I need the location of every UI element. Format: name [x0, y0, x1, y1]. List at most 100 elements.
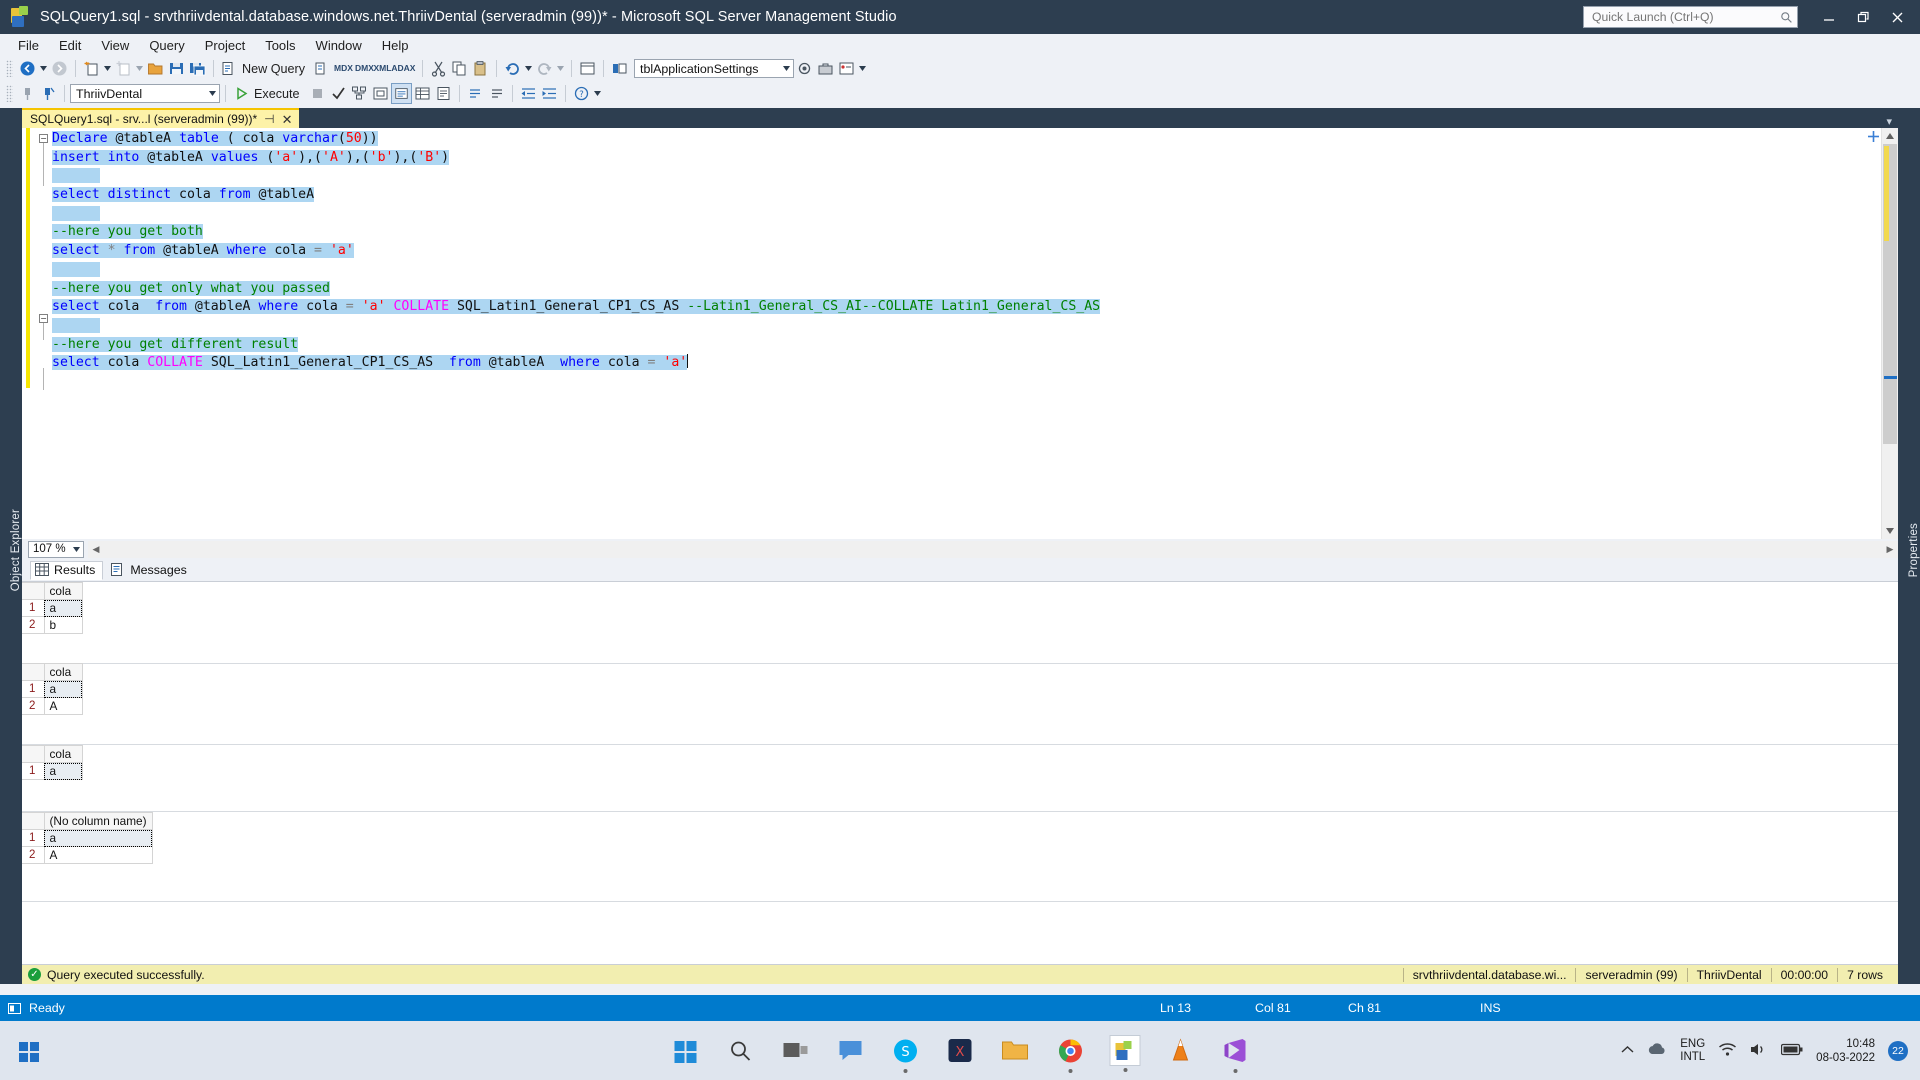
row-number[interactable]: 2 [22, 846, 45, 864]
new-query-button[interactable]: New Query [240, 62, 312, 76]
search-icon[interactable] [725, 1035, 756, 1066]
open-file-icon[interactable] [145, 58, 166, 79]
chevron-down-icon[interactable] [70, 543, 83, 555]
display-estimated-plan-icon[interactable] [349, 83, 370, 104]
notification-badge[interactable]: 22 [1888, 1040, 1908, 1061]
editor-line[interactable]: --here you get both [52, 223, 1898, 242]
toolbar-grip[interactable] [6, 60, 13, 77]
table-row[interactable]: 2A [22, 846, 153, 864]
redo-dropdown-icon[interactable] [555, 58, 566, 79]
table-row[interactable]: 1a [22, 599, 83, 617]
navigate-back-dropdown-icon[interactable] [38, 58, 49, 79]
chevron-down-icon[interactable] [779, 66, 793, 71]
scroll-up-icon[interactable] [1882, 128, 1898, 144]
scroll-down-icon[interactable] [1882, 523, 1898, 539]
collapse-box-1[interactable]: − [39, 134, 48, 143]
row-number[interactable]: 1 [22, 599, 45, 617]
wifi-icon[interactable] [1718, 1042, 1737, 1060]
table-row[interactable]: 1a [22, 829, 153, 847]
windows-start-icon[interactable] [670, 1035, 701, 1066]
grid-corner[interactable] [22, 582, 45, 600]
menu-help[interactable]: Help [372, 36, 419, 55]
object-explorer-details-icon[interactable] [609, 58, 630, 79]
editor-line[interactable]: --here you get only what you passed [52, 280, 1898, 299]
connect-icon[interactable] [17, 83, 38, 104]
ssms-icon[interactable] [1109, 1035, 1141, 1072]
object-filter-combo[interactable]: tblApplicationSettings [634, 59, 794, 78]
row-number[interactable]: 1 [22, 680, 45, 698]
grid-corner[interactable] [22, 812, 45, 830]
zoom-combo[interactable]: 107 % [28, 540, 84, 558]
document-tab-sqlquery1[interactable]: SQLQuery1.sql - srv...l (serveradmin (99… [22, 108, 299, 128]
table-row[interactable]: 1a [22, 762, 83, 780]
row-number[interactable]: 1 [22, 762, 45, 780]
file-explorer-icon[interactable] [1000, 1035, 1031, 1066]
row-number[interactable]: 2 [22, 697, 45, 715]
play-icon[interactable] [231, 83, 252, 104]
grid-corner[interactable] [22, 745, 45, 763]
new-project-dropdown-icon[interactable] [102, 58, 113, 79]
save-all-icon[interactable] [187, 58, 208, 79]
column-header[interactable]: cola [43, 663, 83, 681]
chrome-icon[interactable] [1055, 1035, 1086, 1073]
new-item-dropdown-icon[interactable] [134, 58, 145, 79]
result-grid[interactable]: cola 1 a 2 b [22, 582, 1898, 664]
quick-launch-box[interactable] [1583, 6, 1798, 28]
editor-outline-margin[interactable]: − − [36, 128, 52, 539]
new-analysis-query-icon[interactable] [312, 58, 333, 79]
new-mdx-query-icon[interactable]: MDX [333, 58, 354, 79]
paste-icon[interactable] [470, 58, 491, 79]
tab-overflow-icon[interactable]: ▾ [1886, 115, 1898, 128]
editor-line[interactable] [52, 205, 1898, 224]
new-query-icon[interactable] [219, 58, 240, 79]
table-cell[interactable]: A [43, 846, 153, 864]
database-combo[interactable]: ThriivDental [70, 84, 220, 103]
xsplit-icon[interactable]: X [945, 1035, 976, 1066]
clock[interactable]: 10:48 08-03-2022 [1816, 1037, 1875, 1065]
menu-file[interactable]: File [8, 36, 49, 55]
table-row[interactable]: 2b [22, 616, 83, 634]
menu-tools[interactable]: Tools [255, 36, 305, 55]
navigate-back-icon[interactable] [17, 58, 38, 79]
result-grid[interactable]: cola 1 a [22, 745, 1898, 812]
result-grid[interactable]: (No column name) 1 a 2 A [22, 812, 1898, 902]
increase-indent-icon[interactable] [539, 83, 560, 104]
cut-icon[interactable] [428, 58, 449, 79]
task-view-icon[interactable] [780, 1035, 811, 1066]
vlc-icon[interactable] [1165, 1035, 1196, 1066]
editor-line[interactable]: select distinct cola from @tableA [52, 186, 1898, 205]
collapse-box-2[interactable]: − [39, 314, 48, 323]
sql-editor[interactable]: − − Declare @tableA table ( cola varchar… [22, 128, 1898, 539]
undo-icon[interactable] [502, 58, 523, 79]
table-cell[interactable]: a [43, 829, 153, 847]
restore-button[interactable] [1846, 2, 1880, 32]
execute-button[interactable]: Execute [252, 87, 307, 101]
chevron-down-icon[interactable] [205, 91, 219, 96]
new-dmx-query-icon[interactable]: DMX [354, 58, 375, 79]
chat-icon[interactable] [835, 1035, 866, 1066]
table-cell[interactable]: A [43, 697, 83, 715]
copy-icon[interactable] [449, 58, 470, 79]
properties-window-icon[interactable] [794, 58, 815, 79]
tab-messages[interactable]: Messages [107, 562, 193, 579]
split-view-icon[interactable] [1867, 130, 1880, 143]
table-cell[interactable]: a [43, 762, 83, 780]
column-header[interactable]: cola [43, 582, 83, 600]
grid-corner[interactable] [22, 663, 45, 681]
object-explorer-panel[interactable]: Object Explorer [0, 108, 22, 984]
query-options-icon[interactable] [370, 83, 391, 104]
scroll-left-icon[interactable]: ◀ [88, 544, 104, 555]
minimize-button[interactable] [1812, 2, 1846, 32]
hscroll-track[interactable] [104, 540, 1882, 558]
undo-dropdown-icon[interactable] [523, 58, 534, 79]
comment-lines-icon[interactable] [465, 83, 486, 104]
help-dropdown-icon[interactable] [592, 83, 603, 104]
error-list-icon[interactable] [836, 58, 857, 79]
row-number[interactable]: 2 [22, 616, 45, 634]
properties-panel[interactable]: Properties [1898, 108, 1920, 984]
table-cell[interactable]: b [43, 616, 83, 634]
editor-line[interactable]: insert into @tableA values ('a'),('A'),(… [52, 149, 1898, 168]
results-to-text-icon[interactable] [433, 83, 454, 104]
windows-start-icon[interactable] [15, 1035, 46, 1066]
pin-icon[interactable]: ⊣ [264, 113, 274, 125]
